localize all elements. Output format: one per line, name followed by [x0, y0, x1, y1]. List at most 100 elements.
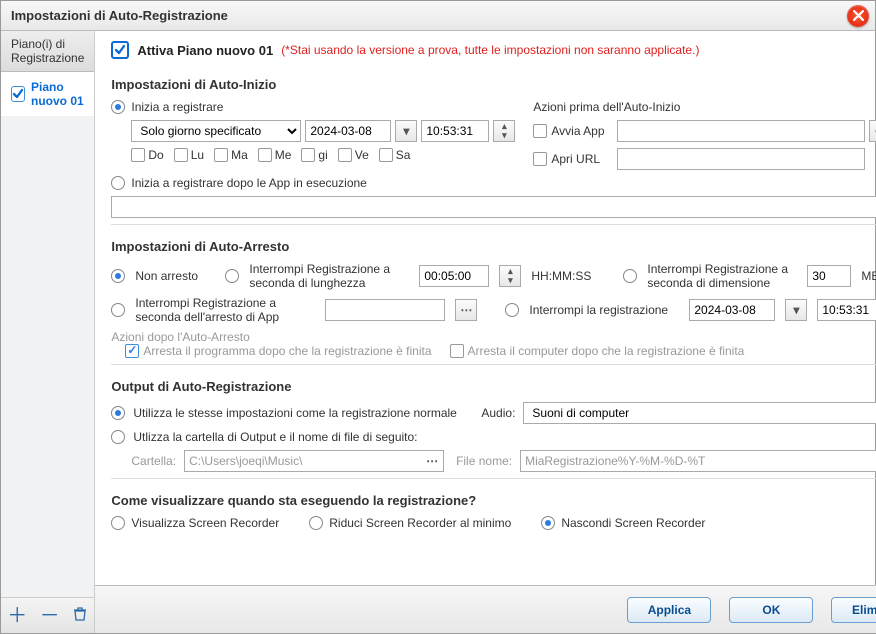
- day-gi[interactable]: [301, 148, 315, 162]
- section-autostop-title: Impostazioni di Auto-Arresto: [111, 231, 876, 254]
- start-after-apps-row: Inizia a registrare dopo le App in esecu…: [111, 176, 876, 190]
- day-do[interactable]: [131, 148, 145, 162]
- after-actions-row: Arresta il programma dopo che la registr…: [125, 344, 876, 358]
- radio-by-size[interactable]: [623, 269, 637, 283]
- sidebar-item-plan[interactable]: Piano nuovo 01: [1, 72, 94, 116]
- date-dropdown-button[interactable]: ▾: [395, 120, 417, 142]
- radio-by-time[interactable]: [505, 303, 519, 317]
- remove-plan-button[interactable]: －: [40, 606, 60, 626]
- day-ma[interactable]: [214, 148, 228, 162]
- apply-button[interactable]: Applica: [627, 597, 711, 623]
- trial-warning: (*Stai usando la versione a prova, tutte…: [281, 43, 699, 57]
- section-display-title: Come visualizzare quando sta eseguendo l…: [111, 485, 876, 508]
- autostop-row2: Interrompi Registrazione a seconda dell'…: [111, 296, 876, 324]
- stop-date-dropdown[interactable]: ▾: [785, 299, 807, 321]
- start-schedule-row: Solo giorno specificato ▾ ▴▾: [131, 120, 515, 142]
- length-unit: HH:MM:SS: [531, 269, 591, 283]
- filename-label: File nome:: [456, 454, 512, 468]
- after-actions-title: Azioni dopo l'Auto-Arresto: [111, 330, 876, 344]
- radio-by-length[interactable]: [225, 269, 239, 283]
- activate-checkbox[interactable]: [111, 41, 129, 59]
- display-options-row: Visualizza Screen Recorder Riduci Screen…: [111, 516, 876, 530]
- same-settings-label: Utilizza le stesse impostazioni come la …: [133, 406, 473, 420]
- weekdays-row: Do Lu Ma Me gi Ve Sa: [131, 148, 515, 162]
- close-button[interactable]: [847, 5, 869, 27]
- before-actions-title: Azioni prima dell'Auto-Inizio: [533, 100, 680, 114]
- delete-plan-button[interactable]: [72, 606, 88, 626]
- close-program-label: Arresta il programma dopo che la registr…: [143, 344, 431, 358]
- stop-time-input[interactable]: [817, 299, 876, 321]
- stop-date-input[interactable]: [689, 299, 775, 321]
- folder-input[interactable]: [184, 450, 444, 472]
- section-autostart-title: Impostazioni di Auto-Inizio: [111, 69, 876, 92]
- check-icon: [114, 44, 126, 56]
- day-me[interactable]: [258, 148, 272, 162]
- main-scroll: Attiva Piano nuovo 01 (*Stai usando la v…: [95, 31, 876, 585]
- launch-app-browse[interactable]: ⋯: [869, 120, 876, 142]
- by-app-browse[interactable]: ⋯: [455, 299, 477, 321]
- filename-input[interactable]: [520, 450, 876, 472]
- open-url-checkbox[interactable]: [533, 152, 547, 166]
- day-ve[interactable]: [338, 148, 352, 162]
- start-after-apps-label: Inizia a registrare dopo le App in esecu…: [131, 176, 366, 190]
- close-icon: [853, 10, 864, 21]
- activate-row: Attiva Piano nuovo 01 (*Stai usando la v…: [111, 41, 876, 59]
- length-input[interactable]: [419, 265, 489, 287]
- size-input[interactable]: [807, 265, 851, 287]
- delete-button[interactable]: Elimina: [831, 597, 876, 623]
- start-date-input[interactable]: [305, 120, 391, 142]
- dialog-window: Impostazioni di Auto-Registrazione Piano…: [0, 0, 876, 634]
- folder-browse[interactable]: ⋯: [421, 450, 443, 472]
- ok-button[interactable]: OK: [729, 597, 813, 623]
- folder-label: Cartella:: [131, 454, 176, 468]
- open-url-row: Apri URL . ≫: [533, 148, 876, 170]
- output-same-row: Utilizza le stesse impostazioni come la …: [111, 402, 876, 424]
- radio-by-app[interactable]: [111, 303, 125, 317]
- radio-show[interactable]: [111, 516, 125, 530]
- open-url-input[interactable]: [617, 148, 865, 170]
- radio-same-settings[interactable]: [111, 406, 125, 420]
- shutdown-pc-checkbox[interactable]: [450, 344, 464, 358]
- schedule-mode-select[interactable]: Solo giorno specificato: [131, 120, 301, 142]
- plan-checkbox[interactable]: [11, 86, 25, 102]
- before-actions-title-row: Azioni prima dell'Auto-Inizio: [533, 100, 876, 114]
- launch-app-input[interactable]: [617, 120, 865, 142]
- open-url-label: Apri URL: [551, 152, 613, 166]
- radio-no-stop[interactable]: [111, 269, 125, 283]
- sidebar-tools: ＋ －: [1, 597, 94, 633]
- shutdown-pc-label: Arresta il computer dopo che la registra…: [468, 344, 745, 358]
- radio-start-after-apps[interactable]: [111, 176, 125, 190]
- show-label: Visualizza Screen Recorder: [131, 516, 279, 530]
- by-app-label: Interrompi Registrazione a seconda dell'…: [135, 296, 315, 324]
- day-lu[interactable]: [174, 148, 188, 162]
- time-spinner[interactable]: ▴▾: [493, 120, 515, 142]
- content: Piano(i) di Registrazione Piano nuovo 01…: [1, 31, 875, 633]
- start-after-apps-input[interactable]: [111, 196, 876, 218]
- audio-select[interactable]: Suoni di computer: [523, 402, 876, 424]
- radio-start-recording[interactable]: [111, 100, 125, 114]
- launch-app-label: Avvia App: [551, 124, 613, 138]
- main-panel: Attiva Piano nuovo 01 (*Stai usando la v…: [95, 31, 876, 633]
- launch-app-row: Avvia App ⋯ ≫: [533, 120, 876, 142]
- launch-app-checkbox[interactable]: [533, 124, 547, 138]
- audio-label: Audio:: [481, 406, 515, 420]
- radio-minimize[interactable]: [309, 516, 323, 530]
- length-spinner[interactable]: ▴▾: [499, 265, 521, 287]
- by-length-label: Interrompi Registrazione a seconda di lu…: [249, 262, 409, 290]
- radio-custom-output[interactable]: [111, 430, 125, 444]
- plan-label: Piano nuovo 01: [31, 80, 84, 108]
- titlebar: Impostazioni di Auto-Registrazione: [1, 1, 875, 31]
- no-stop-label: Non arresto: [135, 269, 215, 283]
- window-title: Impostazioni di Auto-Registrazione: [11, 8, 228, 23]
- dialog-footer: Applica OK Elimina: [95, 585, 876, 633]
- close-program-checkbox[interactable]: [125, 344, 139, 358]
- hide-label: Nascondi Screen Recorder: [561, 516, 705, 530]
- by-size-label: Interrompi Registrazione a seconda di di…: [647, 262, 797, 290]
- by-app-input[interactable]: [325, 299, 445, 321]
- start-time-input[interactable]: [421, 120, 489, 142]
- radio-hide[interactable]: [541, 516, 555, 530]
- trash-icon: [72, 606, 88, 622]
- add-plan-button[interactable]: ＋: [7, 606, 27, 626]
- start-after-apps-input-row: ⋯: [111, 196, 876, 218]
- day-sa[interactable]: [379, 148, 393, 162]
